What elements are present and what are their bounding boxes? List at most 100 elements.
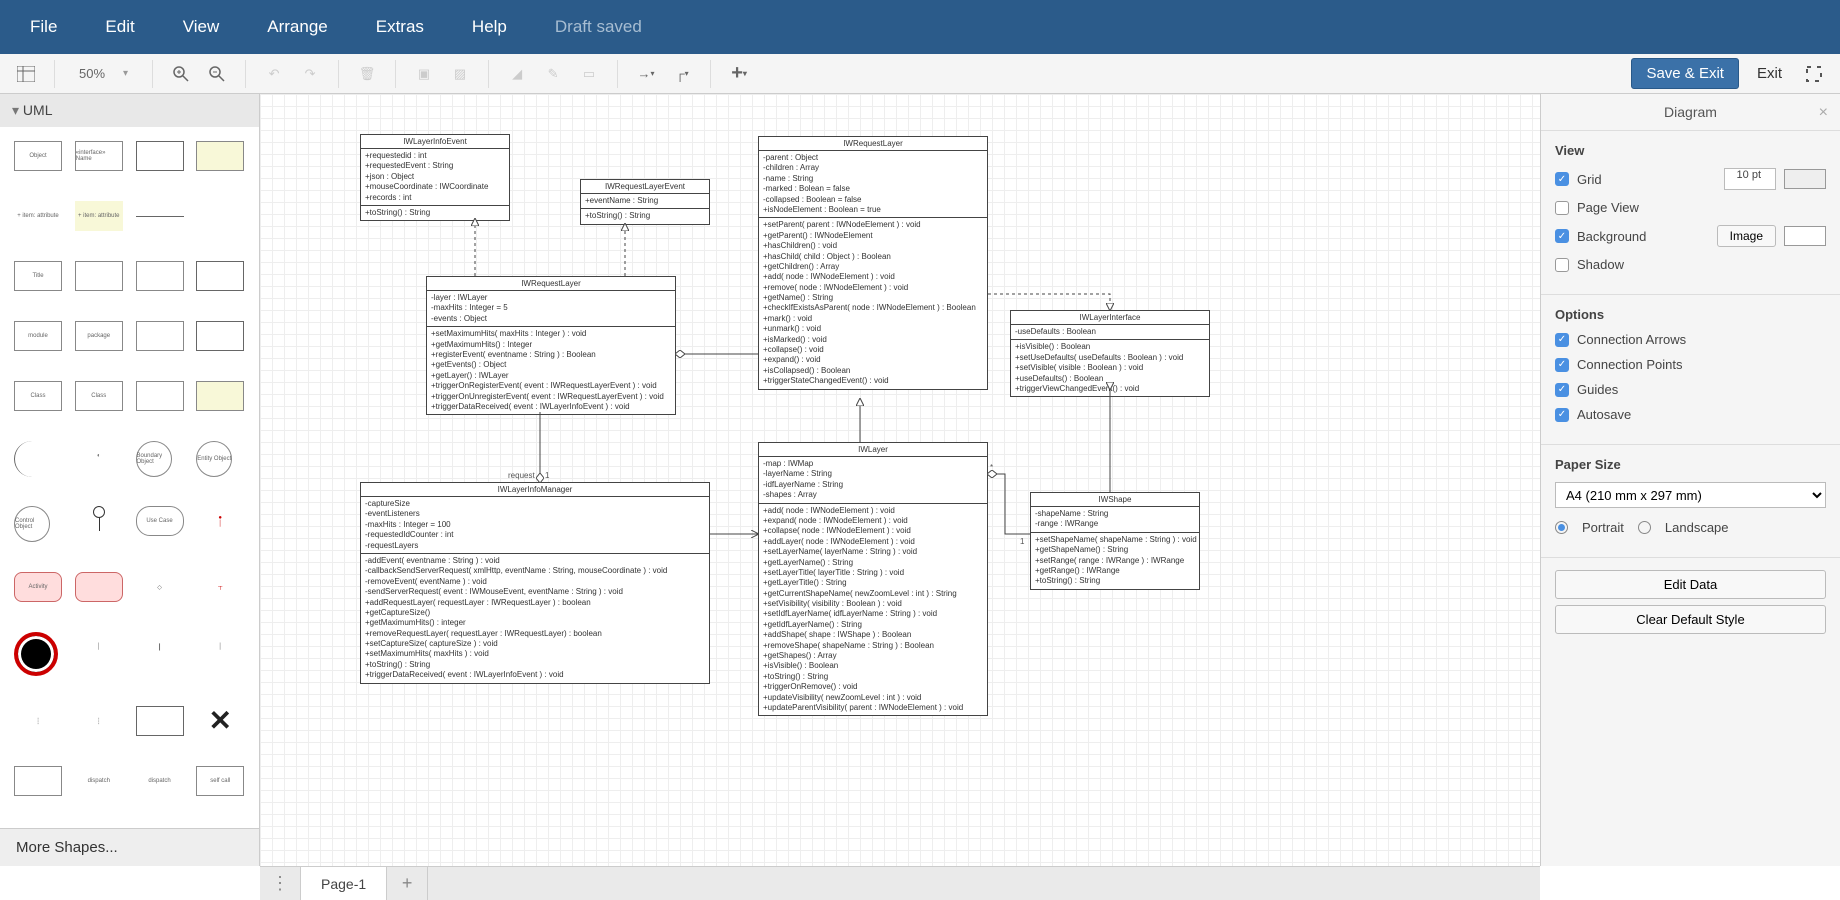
uml-class-layerinfoevent[interactable]: IWLayerInfoEvent +requestedid : int +req… [360,134,510,221]
guides-checkbox[interactable] [1555,383,1569,397]
shape-pkg3[interactable] [196,321,244,351]
landscape-radio[interactable] [1638,521,1651,534]
conn-arrows-checkbox[interactable] [1555,333,1569,347]
menu-arrange[interactable]: Arrange [267,17,327,37]
uml-class-requestlayerevent[interactable]: IWRequestLayerEvent +eventName : String … [580,179,710,225]
add-icon[interactable]: +▾ [725,60,753,88]
pages-menu-icon[interactable]: ⋮ [260,867,301,900]
add-page-icon[interactable]: + [387,867,428,900]
shape-class3[interactable] [136,141,184,171]
shape-class4[interactable] [196,141,244,171]
uml-class-requestlayer[interactable]: IWRequestLayer -layer : IWLayer -maxHits… [426,276,676,415]
shape-control[interactable]: Control Object [14,506,50,542]
menu-view[interactable]: View [183,17,220,37]
shape-package[interactable]: package [75,321,123,351]
zoom-select[interactable]: 50%▾ [69,61,138,87]
shape-lollipop[interactable] [14,441,50,477]
tofront-icon[interactable]: ▣ [410,60,438,88]
shape-pkg2[interactable] [136,321,184,351]
shape-class2[interactable]: Class [75,381,123,411]
menu-file[interactable]: File [30,17,57,37]
uml-class-shape[interactable]: IWShape -shapeName : String -range : IWR… [1030,492,1200,590]
sidebar-header[interactable]: UML [0,94,259,127]
grid-size-input[interactable]: 10 pt [1724,168,1776,190]
zoom-in-icon[interactable] [167,60,195,88]
save-exit-button[interactable]: Save & Exit [1631,58,1739,89]
shape-note[interactable] [14,766,62,796]
shape-dispatch2[interactable]: dispatch [136,766,184,796]
shape-module[interactable]: module [14,321,62,351]
portrait-radio[interactable] [1555,521,1568,534]
shape-classb[interactable] [136,381,184,411]
shape-fork[interactable]: ┬ [196,572,244,602]
uml-class-requestlayer2[interactable]: IWRequestLayer -parent : Object -childre… [758,136,988,390]
delete-icon[interactable]: 🗑 [353,60,381,88]
shape-attr2[interactable]: + item: attribute [75,201,123,231]
shape-bar2[interactable]: ┃ [136,632,184,662]
shape-comp3[interactable] [196,261,244,291]
shape-attr[interactable]: + item: attribute [14,201,62,231]
autosave-checkbox[interactable] [1555,408,1569,422]
shape-usecase[interactable]: Use Case [136,506,184,536]
shape-boundary[interactable]: Boundary Object [136,441,172,477]
shape-comp1[interactable] [75,261,123,291]
grid-checkbox[interactable] [1555,172,1569,186]
shape-activity2[interactable] [75,572,123,602]
shape-socket[interactable]: ◐ [75,441,123,471]
shape-decision[interactable]: ◇ [136,572,184,602]
sidebar-toggle-icon[interactable] [12,60,40,88]
paper-size-select[interactable]: A4 (210 mm x 297 mm) [1555,482,1826,508]
edit-data-button[interactable]: Edit Data [1555,570,1826,599]
more-shapes-button[interactable]: More Shapes... [0,828,259,866]
shape-divider[interactable] [136,216,184,217]
shape-comp2[interactable] [136,261,184,291]
conn-points-checkbox[interactable] [1555,358,1569,372]
shape-bar3[interactable]: │ [196,632,244,662]
page-tab-1[interactable]: Page-1 [301,867,387,900]
menu-extras[interactable]: Extras [376,17,424,37]
image-button[interactable]: Image [1717,225,1776,247]
line-icon[interactable]: ✎ [539,60,567,88]
shadow-checkbox[interactable] [1555,258,1569,272]
shape-entity[interactable]: Entity Object [196,441,232,477]
shape-interface[interactable]: «interface» Name [75,141,123,171]
shape-spacer[interactable] [196,201,244,231]
close-icon[interactable]: × [1819,104,1828,122]
shape-final[interactable] [14,632,58,676]
menu-edit[interactable]: Edit [105,17,134,37]
menu-help[interactable]: Help [472,17,507,37]
connector-straight-icon[interactable]: →▾ [632,60,660,88]
connector-ortho-icon[interactable]: ┌▾ [668,60,696,88]
shape-activity[interactable]: Activity [14,572,62,602]
uml-class-layerinfomanager[interactable]: IWLayerInfoManager -captureSize -eventLi… [360,482,710,684]
grid-color-swatch[interactable] [1784,169,1826,189]
clear-default-button[interactable]: Clear Default Style [1555,605,1826,634]
shape-bar1[interactable]: │ [75,632,123,662]
shape-frame[interactable] [136,706,184,736]
shape-class[interactable]: Class [14,381,62,411]
fullscreen-icon[interactable] [1800,60,1828,88]
shape-v2[interactable]: ┊ [75,706,123,736]
shape-selfcall[interactable]: self call [196,766,244,796]
shape-classf[interactable] [196,381,244,411]
diagram-canvas[interactable]: IWLayerInfoEvent +requestedid : int +req… [260,94,1540,866]
uml-class-layer[interactable]: IWLayer -map : IWMap -layerName : String… [758,442,988,716]
fill-icon[interactable]: ◢ [503,60,531,88]
exit-button[interactable]: Exit [1747,59,1792,88]
pageview-checkbox[interactable] [1555,201,1569,215]
shape-dispatch[interactable]: dispatch [75,766,123,796]
shape-object[interactable]: Object [14,141,62,171]
uml-class-layerinterface[interactable]: IWLayerInterface -useDefaults : Boolean … [1010,310,1210,397]
redo-icon[interactable]: ↷ [296,60,324,88]
zoom-out-icon[interactable] [203,60,231,88]
background-checkbox[interactable] [1555,229,1569,243]
shape-title[interactable]: Title [14,261,62,291]
undo-icon[interactable]: ↶ [260,60,288,88]
shape-pin[interactable]: ●│ [196,506,244,536]
toback-icon[interactable]: ▨ [446,60,474,88]
bg-color-swatch[interactable] [1784,226,1826,246]
shape-v1[interactable]: ┊ [14,706,62,736]
shadow-icon[interactable]: ▭ [575,60,603,88]
shape-actor[interactable] [75,506,123,536]
shape-destroy[interactable]: ✕ [196,706,244,736]
